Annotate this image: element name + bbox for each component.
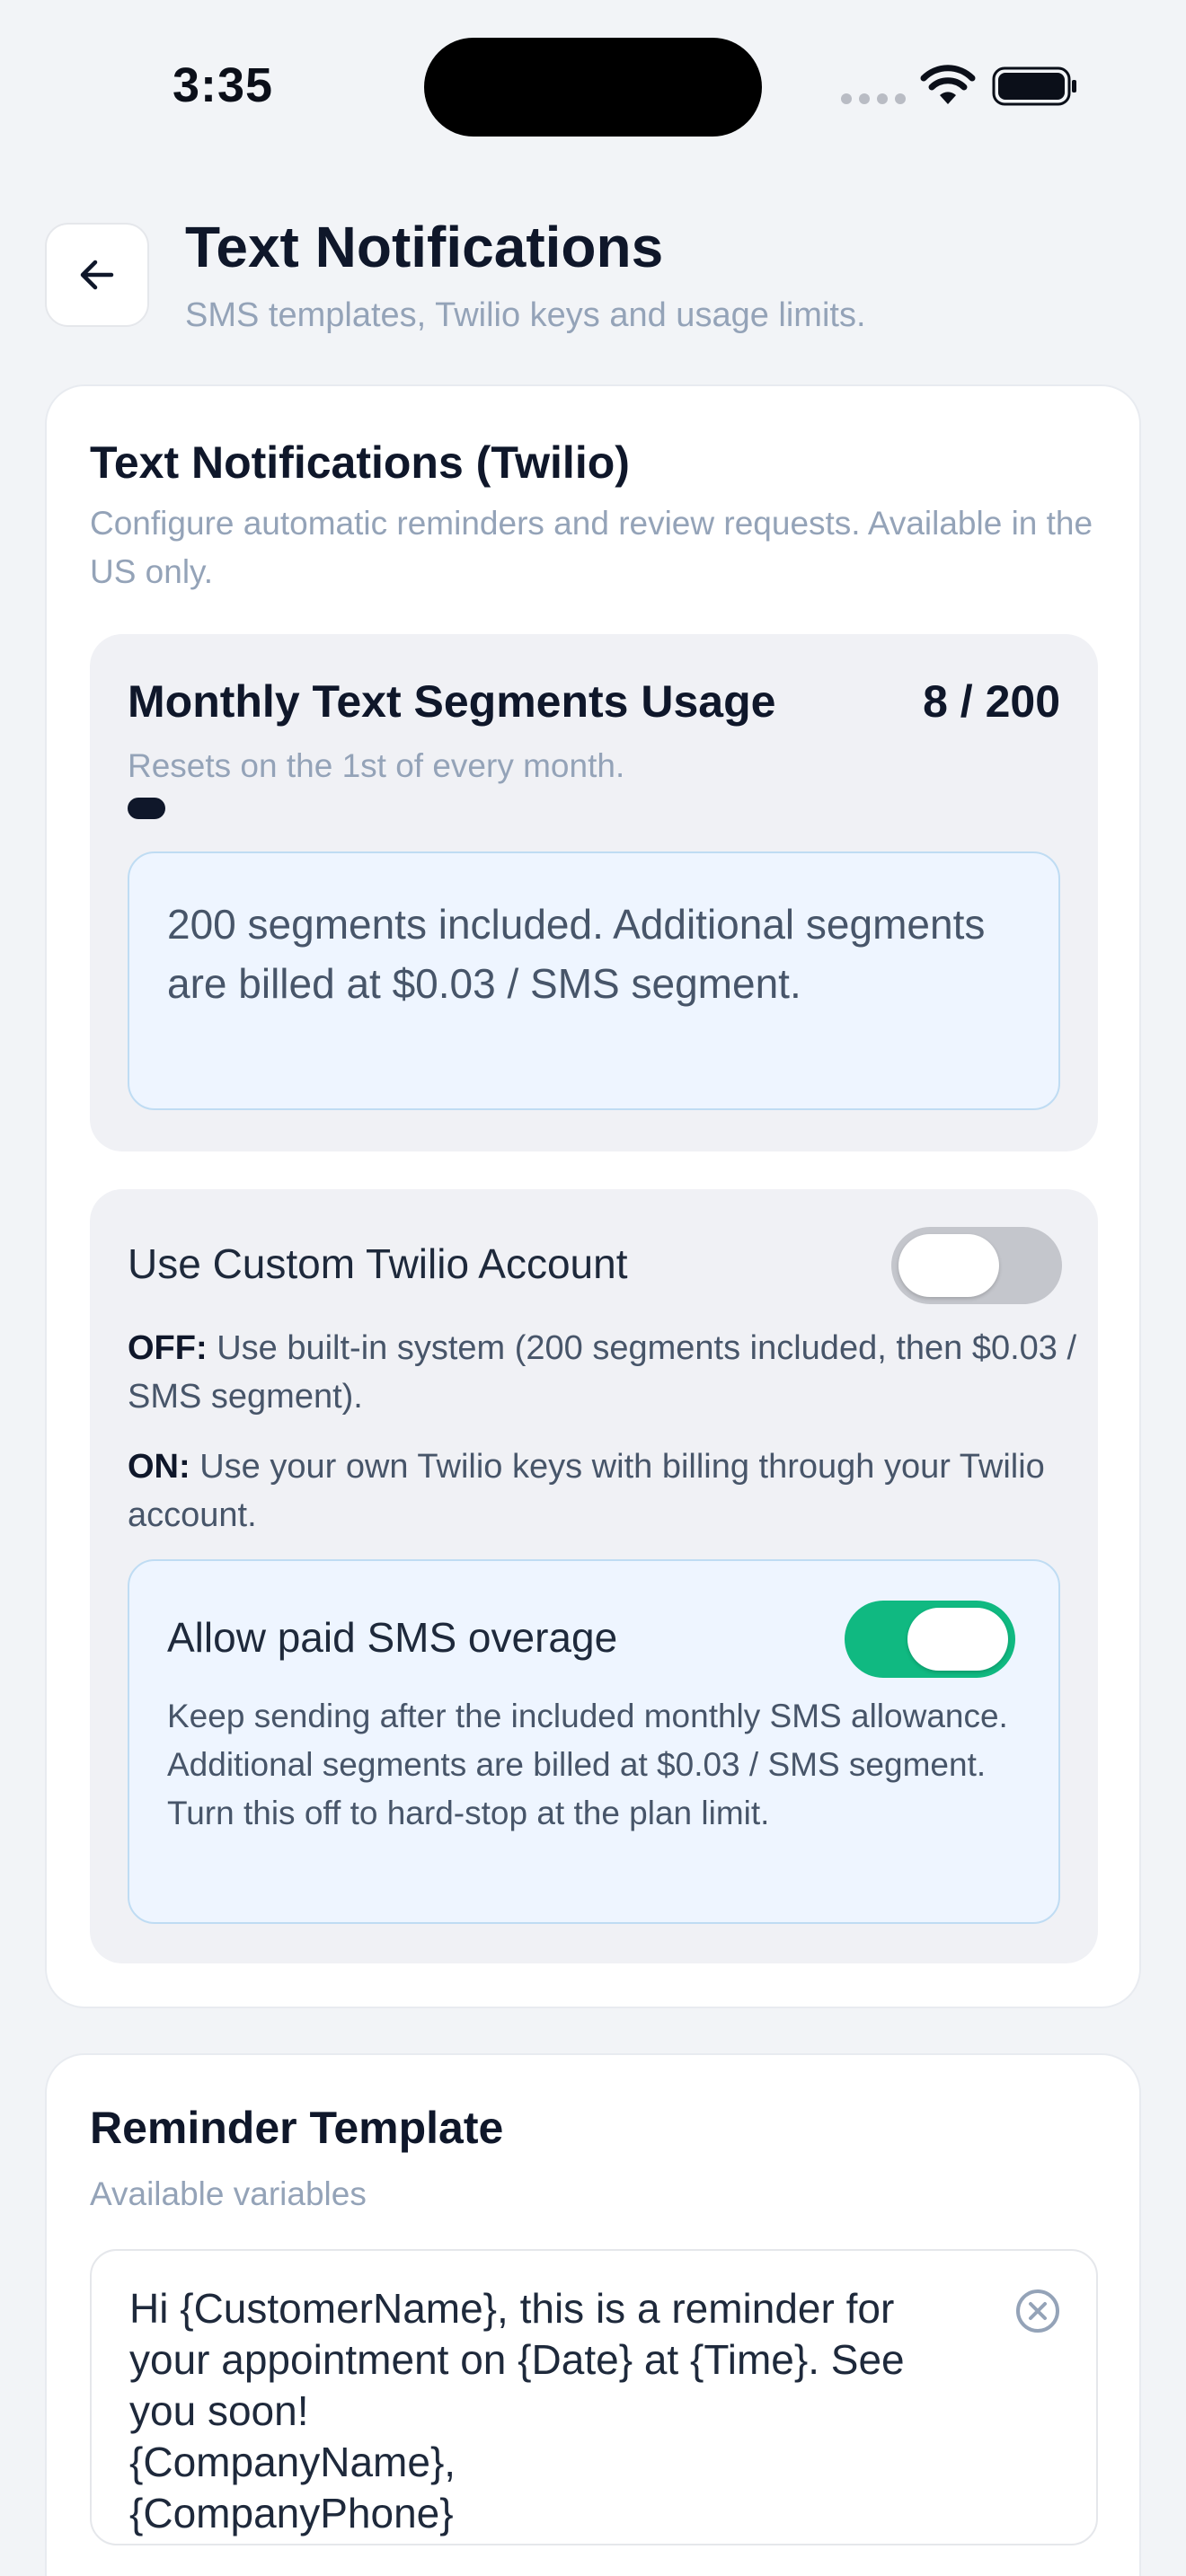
twilio-settings-card: Text Notifications (Twilio) Configure au… bbox=[45, 384, 1141, 2008]
custom-account-label: Use Custom Twilio Account bbox=[128, 1240, 628, 1287]
usage-progress-fill bbox=[128, 798, 165, 819]
usage-reset-note: Resets on the 1st of every month. bbox=[128, 747, 625, 784]
mode-on-label: ON: bbox=[128, 1448, 190, 1486]
custom-account-toggle[interactable] bbox=[891, 1227, 1062, 1304]
template-line: your appointment on {Date} at {Time}. Se… bbox=[129, 2336, 905, 2383]
toggle-knob bbox=[898, 1234, 999, 1297]
mode-off-description: OFF: Use built-in system (200 segments i… bbox=[128, 1324, 1080, 1421]
template-line: Hi {CustomerName}, this is a reminder fo… bbox=[129, 2285, 895, 2332]
usage-title: Monthly Text Segments Usage bbox=[128, 676, 776, 727]
available-variables-label[interactable]: Available variables bbox=[90, 2175, 367, 2213]
usage-info-box: 200 segments included. Additional segmen… bbox=[128, 851, 1060, 1110]
template-line: {CompanyName}, bbox=[129, 2439, 456, 2485]
status-time: 3:35 bbox=[173, 58, 274, 112]
toggle-knob bbox=[907, 1608, 1008, 1671]
page-title: Text Notifications bbox=[185, 215, 664, 279]
clear-circle-x-icon[interactable] bbox=[1013, 2287, 1062, 2335]
mode-on-text: Use your own Twilio keys with billing th… bbox=[128, 1448, 1045, 1534]
overage-toggle[interactable] bbox=[845, 1601, 1015, 1678]
mode-on-description: ON: Use your own Twilio keys with billin… bbox=[128, 1442, 1080, 1539]
twilio-card-description: Configure automatic reminders and review… bbox=[90, 505, 1093, 590]
page-subtitle: SMS templates, Twilio keys and usage lim… bbox=[185, 296, 866, 334]
mode-off-label: OFF: bbox=[128, 1329, 208, 1367]
reminder-template-card: Reminder Template Available variables Hi… bbox=[45, 2053, 1141, 2576]
template-line: you soon! bbox=[129, 2387, 309, 2434]
custom-account-panel: Use Custom Twilio Account OFF: Use built… bbox=[90, 1189, 1098, 1963]
arrow-left-icon bbox=[80, 260, 114, 290]
reminder-template-textarea[interactable]: Hi {CustomerName}, this is a reminder fo… bbox=[90, 2249, 1098, 2545]
status-bar: 3:35 bbox=[0, 0, 1186, 171]
mode-off-text: Use built-in system (200 segments includ… bbox=[128, 1329, 1077, 1416]
usage-count: 8 / 200 bbox=[923, 676, 1060, 727]
usage-panel: Monthly Text Segments Usage 8 / 200 Rese… bbox=[90, 634, 1098, 1151]
wifi-icon bbox=[920, 65, 976, 104]
overage-box: Allow paid SMS overage Keep sending afte… bbox=[128, 1559, 1060, 1924]
battery-icon bbox=[992, 66, 1076, 106]
template-line: {CompanyPhone} bbox=[129, 2490, 454, 2536]
signal-dots-icon bbox=[841, 93, 906, 104]
template-card-title: Reminder Template bbox=[90, 2103, 504, 2153]
dynamic-island bbox=[424, 38, 762, 137]
usage-progress-bar bbox=[128, 798, 1060, 819]
overage-label: Allow paid SMS overage bbox=[167, 1614, 618, 1661]
overage-description: Keep sending after the included monthly … bbox=[167, 1698, 1008, 1831]
twilio-card-title: Text Notifications (Twilio) bbox=[90, 437, 630, 488]
back-button[interactable] bbox=[45, 223, 149, 327]
